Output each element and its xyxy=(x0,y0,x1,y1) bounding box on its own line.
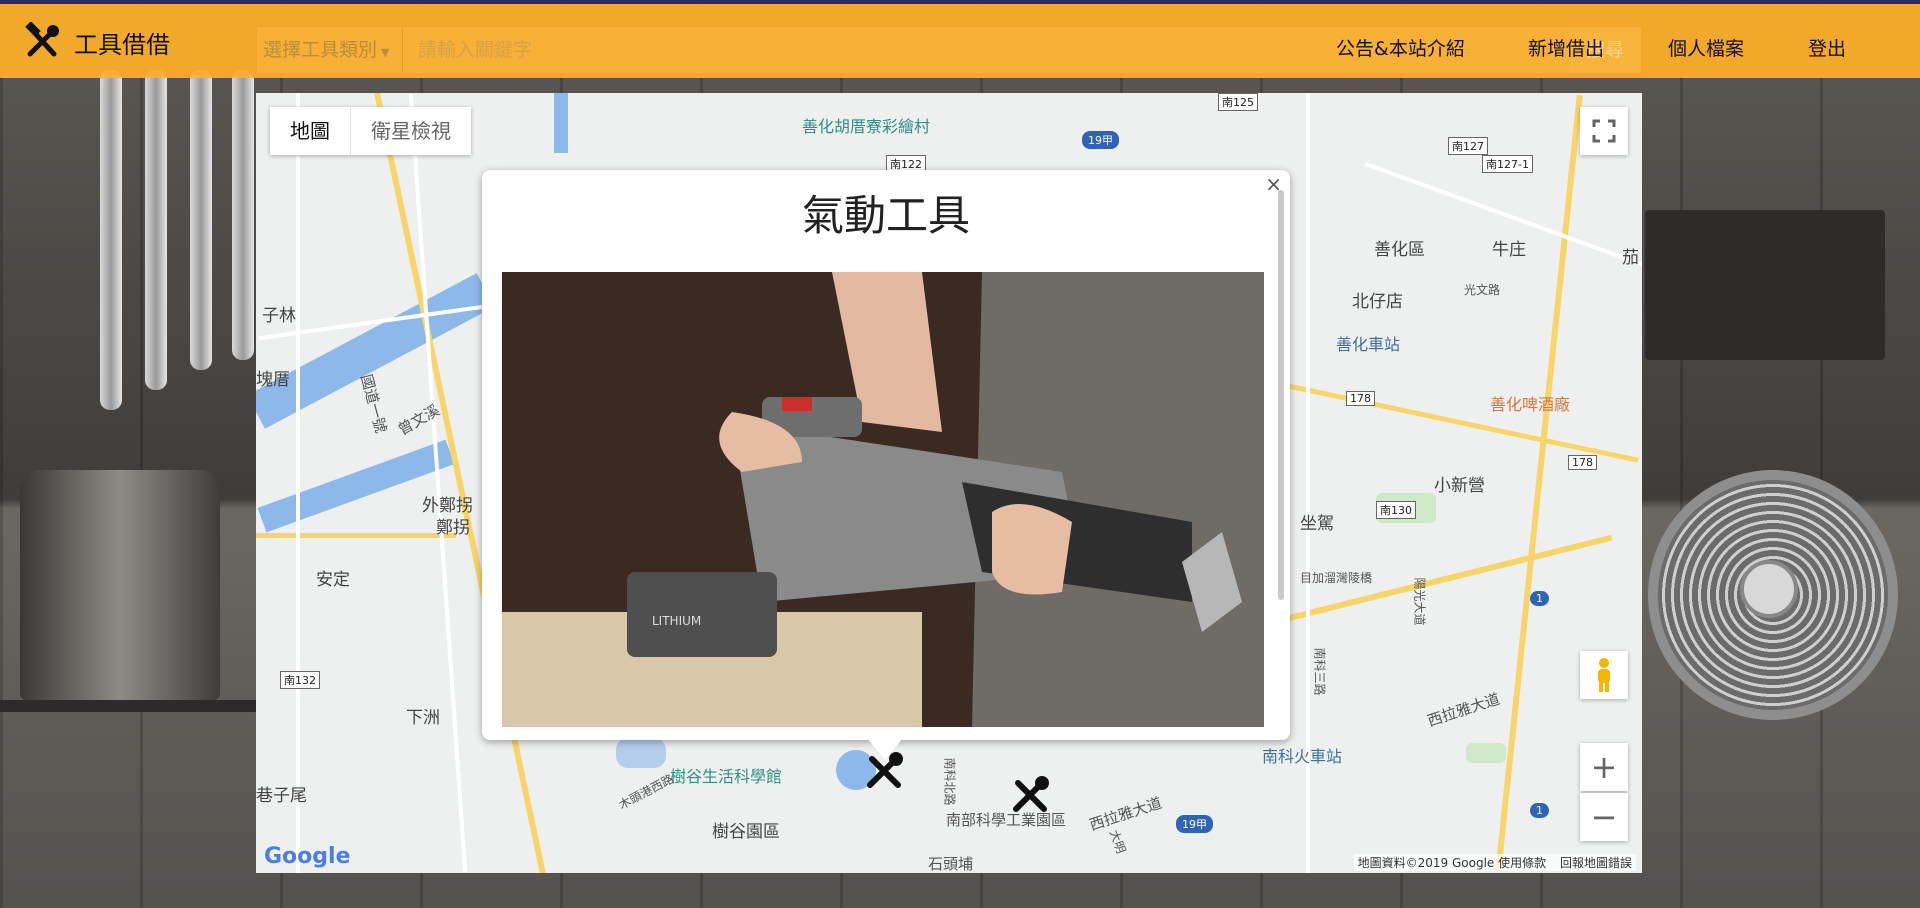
route-shield: 1 xyxy=(1530,591,1549,606)
map-label-daming: 大明 xyxy=(1106,827,1129,856)
map-label-muyang: 目加溜灣陵橋 xyxy=(1300,571,1373,585)
map-label-nanke-3rd: 南科三路 xyxy=(1312,647,1327,696)
tools-logo-icon xyxy=(25,22,59,57)
pegman-icon xyxy=(1598,658,1610,692)
map-label-xiazhou: 下洲 xyxy=(406,708,440,728)
tool-title: 氣動工具 xyxy=(801,191,970,240)
map-label-nanke-station: 南科火車站 xyxy=(1262,747,1343,766)
category-label: 選擇工具類別 xyxy=(263,39,378,61)
map-label-freeway: 國道一號 xyxy=(357,372,390,435)
attribution-text: 地圖資料©2019 Google xyxy=(1357,856,1495,870)
park-area xyxy=(1466,743,1506,763)
road xyxy=(296,93,300,873)
reciprocating-saw-photo: LITHIUM xyxy=(502,272,1264,727)
google-logo-text: Google xyxy=(264,844,351,869)
river xyxy=(554,93,568,153)
map-label-guangwen-rd: 光文路 xyxy=(1464,283,1501,297)
google-logo[interactable]: Google xyxy=(264,844,351,869)
map-label-zilin: 子林 xyxy=(262,306,296,326)
map-label-shanhua-hulu: 善化胡厝寮彩繪村 xyxy=(802,117,931,136)
highway-road xyxy=(1495,94,1583,872)
highway-road xyxy=(256,533,456,538)
map-attribution: 地圖資料©2019 Google 使用條款 回報地圖錯誤 xyxy=(1353,854,1636,871)
nav-add-lending[interactable]: 新增借出 xyxy=(1528,34,1604,61)
map-label-shanhua-brewery: 善化啤酒廠 xyxy=(1490,395,1571,414)
route-shield: 南132 xyxy=(280,671,320,689)
cabinet-image xyxy=(1645,210,1885,360)
route-shield: 1 xyxy=(1530,803,1549,818)
site-logo[interactable]: 工具借借 xyxy=(22,22,170,62)
route-shield: 19甲 xyxy=(1176,815,1213,833)
map-label-yangguang: 陽光大道 xyxy=(1412,577,1427,626)
info-window: × 氣動工具 LITHIUM xyxy=(482,170,1290,740)
fullscreen-icon xyxy=(1592,119,1616,143)
map-label-kuaicuo: 塊厝 xyxy=(256,370,290,390)
wrench-image xyxy=(232,70,254,360)
map-label-beizaidian: 北仔店 xyxy=(1352,292,1403,312)
map-type-control: 地圖 衛星檢視 xyxy=(270,107,471,155)
map-label-shugu-park: 樹谷園區 xyxy=(712,822,780,842)
info-window-tail xyxy=(867,738,903,760)
route-shield: 178 xyxy=(1346,391,1375,406)
fan-center xyxy=(1740,560,1798,618)
map-label-jia: 茄 xyxy=(1622,248,1639,268)
shelf-image xyxy=(0,700,260,712)
pond xyxy=(616,738,666,768)
street-view-pegman[interactable] xyxy=(1580,651,1628,699)
chevron-down-icon: ▼ xyxy=(381,46,390,59)
map-label-anding: 安定 xyxy=(316,570,350,590)
map-label-shugu-museum: 樹谷生活科學館 xyxy=(670,767,783,786)
route-shield: 178 xyxy=(1568,455,1597,470)
map-label-xiaoxinying: 小新營 xyxy=(1434,476,1485,496)
nav-logout[interactable]: 登出 xyxy=(1808,34,1846,61)
route-shield: 南130 xyxy=(1376,501,1416,519)
map-label-mutoujian: 木頭港西路 xyxy=(616,771,677,813)
site-title: 工具借借 xyxy=(74,30,170,59)
map-label-shitou: 石頭埔 xyxy=(928,855,974,873)
nav-announcement[interactable]: 公告&本站介紹 xyxy=(1336,34,1465,61)
header-bar: 工具借借 選擇工具類別▼ 搜尋 公告&本站介紹 新增借出 個人檔案 登出 xyxy=(0,0,1920,78)
fullscreen-button[interactable] xyxy=(1580,107,1628,155)
photo-brand-text: LITHIUM xyxy=(652,614,701,628)
wrench-image xyxy=(100,70,122,410)
wrench-image xyxy=(145,70,167,390)
route-shield: 19甲 xyxy=(1082,131,1119,149)
route-shield: 南127 xyxy=(1448,137,1488,155)
info-window-scrollbar[interactable] xyxy=(1278,190,1284,600)
oil-can-image xyxy=(20,470,220,700)
map-label-nanke-n-rd: 南科北路 xyxy=(942,757,957,806)
zoom-in-button[interactable]: + xyxy=(1580,743,1628,791)
highway-road xyxy=(1285,383,1639,463)
map-type-satellite-button[interactable]: 衛星檢視 xyxy=(351,107,471,155)
tool-photo: LITHIUM xyxy=(502,272,1264,727)
nav-profile[interactable]: 個人檔案 xyxy=(1668,34,1744,61)
route-shield: 南127-1 xyxy=(1482,155,1533,173)
map-label-xiangziwei: 巷子尾 xyxy=(256,786,307,806)
zoom-out-button[interactable]: − xyxy=(1580,793,1628,841)
map-label-xilaya: 西拉雅大道 xyxy=(1087,793,1165,835)
map-label-xilaya: 西拉雅大道 xyxy=(1425,689,1503,731)
search-input[interactable] xyxy=(404,27,1464,73)
map-label-zhengguai: 鄭拐 xyxy=(436,518,470,538)
map-label-zuojia: 坐駕 xyxy=(1300,514,1334,534)
terms-link[interactable]: 使用條款 xyxy=(1498,856,1546,870)
map-label-shanhua-station: 善化車站 xyxy=(1336,335,1401,354)
category-select[interactable]: 選擇工具類別 ▼ xyxy=(257,27,403,73)
map-label-niuzhuang: 牛庄 xyxy=(1492,240,1526,260)
wrench-image xyxy=(190,70,212,370)
tool-marker-icon[interactable] xyxy=(1008,773,1052,817)
map-label-shanhua-district: 善化區 xyxy=(1374,240,1425,260)
map-type-map-button[interactable]: 地圖 xyxy=(270,107,351,155)
report-error-link[interactable]: 回報地圖錯誤 xyxy=(1560,856,1632,870)
river xyxy=(257,439,455,533)
route-shield: 南125 xyxy=(1218,93,1258,111)
